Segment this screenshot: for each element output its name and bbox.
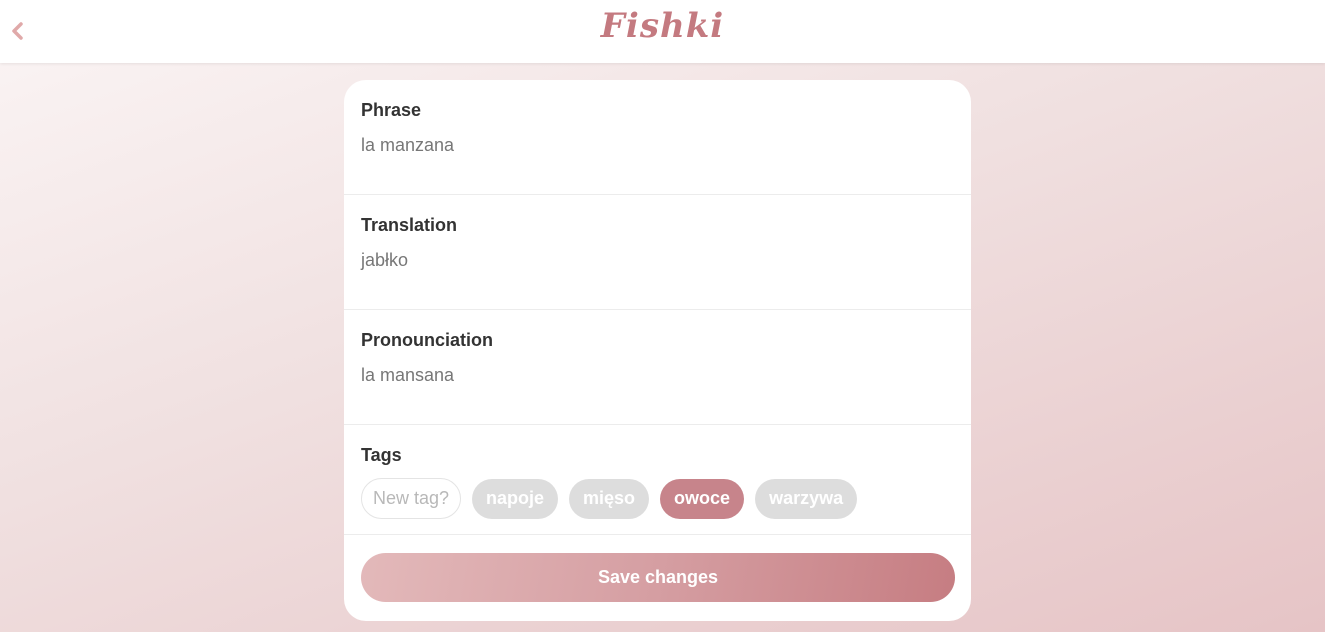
- tag-owoce[interactable]: owoce: [660, 478, 745, 519]
- new-tag-input[interactable]: New tag?: [361, 478, 461, 519]
- edit-card: Phrase la manzana Translation jabłko Pro…: [344, 80, 971, 621]
- pronounciation-input[interactable]: la mansana: [361, 365, 454, 386]
- tags-list: New tag? napoje mięso owoce warzywa: [361, 478, 868, 519]
- pronounciation-field: Pronounciation la mansana: [344, 310, 971, 425]
- tags-label: Tags: [361, 445, 402, 465]
- tag-warzywa[interactable]: warzywa: [755, 478, 858, 519]
- translation-input[interactable]: jabłko: [361, 250, 408, 271]
- save-changes-button[interactable]: Save changes: [361, 553, 955, 602]
- pronounciation-label: Pronounciation: [361, 330, 493, 350]
- translation-label: Translation: [361, 215, 458, 235]
- tag-mieso[interactable]: mięso: [569, 478, 650, 519]
- phrase-input[interactable]: la manzana: [361, 135, 454, 156]
- phrase-field: Phrase la manzana: [344, 80, 971, 195]
- tag-napoje[interactable]: napoje: [472, 478, 559, 519]
- app-logo: Fishki: [600, 6, 725, 46]
- app-header: Fishki: [0, 0, 1325, 63]
- tags-field: Tags New tag? napoje mięso owoce warzywa: [344, 425, 971, 535]
- translation-field: Translation jabłko: [344, 195, 971, 310]
- phrase-label: Phrase: [361, 100, 422, 120]
